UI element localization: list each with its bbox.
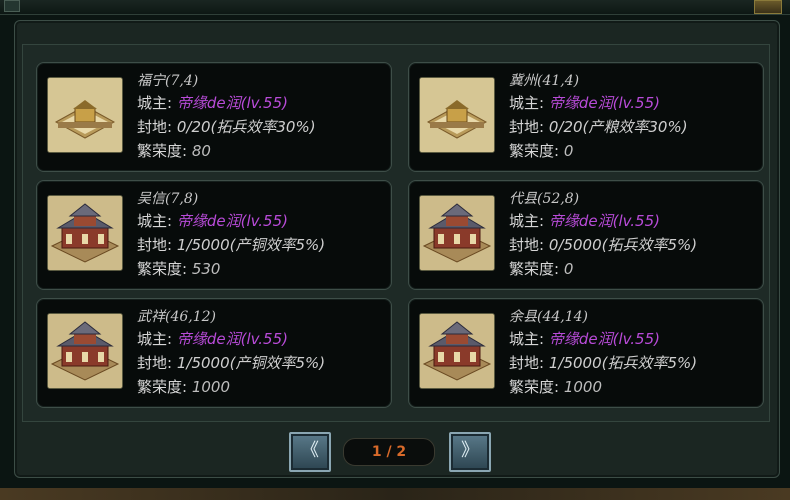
city-name: 福宁(7,4) bbox=[137, 73, 199, 89]
double-chevron-right-icon: 》 bbox=[461, 440, 479, 461]
fief-value: 0/5000(拓兵效率5%) bbox=[548, 236, 698, 254]
city-card[interactable]: 吴信(7,8) 城主: 帝缘de润(lv.55) 封地: 1/5000(产铜效率… bbox=[36, 180, 392, 290]
lord-label: 城主: bbox=[137, 330, 173, 348]
fief-label: 封地: bbox=[137, 354, 173, 372]
city-card[interactable]: 冀州(41,4) 城主: 帝缘de润(lv.55) 封地: 0/20(产粮效率3… bbox=[408, 62, 764, 172]
window-top-bar bbox=[0, 0, 790, 15]
prev-page-button[interactable]: 《 bbox=[289, 432, 331, 472]
page-indicator: 1 / 2 bbox=[343, 438, 435, 466]
lord-label: 城主: bbox=[509, 94, 545, 112]
lord-label: 城主: bbox=[137, 212, 173, 230]
prosperity-value: 1000 bbox=[191, 378, 231, 396]
fief-value: 0/20(拓兵效率30%) bbox=[176, 118, 316, 136]
prosperity-label: 繁荣度: bbox=[509, 260, 560, 278]
lord-name: 帝缘de润(lv.55) bbox=[176, 94, 288, 112]
city-name: 武祥(46,12) bbox=[137, 309, 217, 325]
lord-label: 城主: bbox=[509, 330, 545, 348]
fief-value: 0/20(产粮效率30%) bbox=[548, 118, 688, 136]
prosperity-value: 0 bbox=[563, 260, 574, 278]
lord-name: 帝缘de润(lv.55) bbox=[548, 212, 660, 230]
double-chevron-left-icon: 《 bbox=[301, 440, 319, 461]
palace-icon bbox=[47, 195, 123, 271]
fief-label: 封地: bbox=[509, 118, 545, 136]
city-card[interactable]: 福宁(7,4) 城主: 帝缘de润(lv.55) 封地: 0/20(拓兵效率30… bbox=[36, 62, 392, 172]
prosperity-value: 530 bbox=[191, 260, 221, 278]
palace-icon bbox=[47, 313, 123, 389]
prosperity-label: 繁荣度: bbox=[509, 378, 560, 396]
lord-name: 帝缘de润(lv.55) bbox=[548, 330, 660, 348]
fief-label: 封地: bbox=[137, 236, 173, 254]
window-corner-ornament bbox=[4, 0, 20, 12]
prosperity-label: 繁荣度: bbox=[137, 260, 188, 278]
next-page-button[interactable]: 》 bbox=[449, 432, 491, 472]
palace-icon bbox=[419, 195, 495, 271]
city-card[interactable]: 武祥(46,12) 城主: 帝缘de润(lv.55) 封地: 1/5000(产铜… bbox=[36, 298, 392, 408]
close-button[interactable] bbox=[754, 0, 782, 14]
fief-label: 封地: bbox=[509, 236, 545, 254]
palace-icon bbox=[419, 313, 495, 389]
prosperity-value: 1000 bbox=[563, 378, 603, 396]
city-name: 余县(44,14) bbox=[509, 309, 589, 325]
prosperity-label: 繁荣度: bbox=[509, 142, 560, 160]
lord-name: 帝缘de润(lv.55) bbox=[176, 212, 288, 230]
lord-label: 城主: bbox=[509, 212, 545, 230]
city-name: 吴信(7,8) bbox=[137, 191, 199, 207]
city-name: 冀州(41,4) bbox=[509, 73, 580, 89]
fief-label: 封地: bbox=[137, 118, 173, 136]
lord-label: 城主: bbox=[137, 94, 173, 112]
pagination: 《 1 / 2 》 bbox=[0, 432, 790, 472]
prosperity-label: 繁荣度: bbox=[137, 378, 188, 396]
lord-name: 帝缘de润(lv.55) bbox=[548, 94, 660, 112]
bottom-decor-strip bbox=[0, 488, 790, 500]
prosperity-value: 0 bbox=[563, 142, 574, 160]
fief-value: 1/5000(产铜效率5%) bbox=[176, 236, 326, 254]
small-courtyard-icon bbox=[419, 77, 495, 153]
lord-name: 帝缘de润(lv.55) bbox=[176, 330, 288, 348]
city-name: 代县(52,8) bbox=[509, 191, 580, 207]
small-courtyard-icon bbox=[47, 77, 123, 153]
prosperity-value: 80 bbox=[191, 142, 211, 160]
city-card[interactable]: 代县(52,8) 城主: 帝缘de润(lv.55) 封地: 0/5000(拓兵效… bbox=[408, 180, 764, 290]
city-card[interactable]: 余县(44,14) 城主: 帝缘de润(lv.55) 封地: 1/5000(拓兵… bbox=[408, 298, 764, 408]
fief-value: 1/5000(产铜效率5%) bbox=[176, 354, 326, 372]
prosperity-label: 繁荣度: bbox=[137, 142, 188, 160]
fief-value: 1/5000(拓兵效率5%) bbox=[548, 354, 698, 372]
fief-label: 封地: bbox=[509, 354, 545, 372]
